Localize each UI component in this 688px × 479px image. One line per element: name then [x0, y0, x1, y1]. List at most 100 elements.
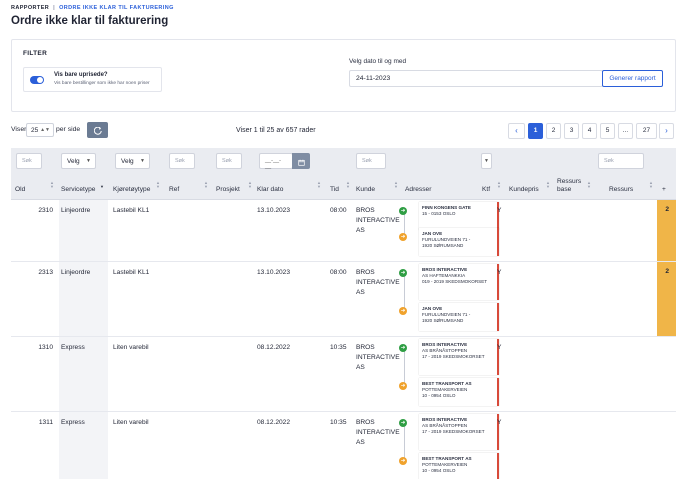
pagination-page-27[interactable]: 27	[636, 123, 657, 139]
per-page-prefix: Viser	[11, 126, 27, 133]
header-ktf[interactable]: Ktf	[482, 186, 490, 193]
cell-order-id: 2310	[38, 207, 53, 214]
header-customer-price[interactable]: Kundepris	[509, 186, 539, 193]
cell-vehicle-type: Liten varebil	[113, 344, 149, 351]
cell-vehicle-type: Liten varebil	[113, 419, 149, 426]
filter-card: FILTER Vis bare uprisede? Vis bare besti…	[11, 39, 676, 112]
header-ref[interactable]: Ref	[169, 186, 179, 193]
pickup-address-card[interactable]: BROS INTERACTIVE AS BRÅNÅSTOPPEN 17 - 2019…	[419, 414, 499, 450]
unpriced-toggle[interactable]	[30, 76, 44, 84]
sort-icon: ▲ ▼	[50, 180, 54, 189]
header-customer[interactable]: Kunde	[356, 186, 375, 193]
customer-line2: INTERACTIVE	[356, 279, 400, 286]
cell-customer: BROS INTERACTIVE AS	[356, 418, 400, 448]
header-ready-date[interactable]: Klar dato	[257, 186, 283, 193]
table-row[interactable]: 2310 Linjeordre Lastebil KL1 13.10.2023 …	[11, 200, 676, 262]
filter-order-id-input[interactable]: Søk	[16, 153, 42, 169]
filter-service-type-value: Velg	[67, 158, 80, 165]
generate-report-button[interactable]: Generer rapport	[602, 70, 663, 87]
delivery-line2: FURULUNDVEIEN 71 -	[422, 312, 471, 317]
cell-service-type: Linjeordre	[61, 269, 91, 276]
delivery-address-card[interactable]: JAN OVE FURULUNDVEIEN 71 -1920 SØRUMSAND	[419, 228, 499, 256]
delivery-line2: POTTEMAKERVEIEN	[422, 462, 468, 467]
pickup-arrow-icon: ➜	[399, 269, 407, 277]
customer-line1: BROS	[356, 419, 375, 426]
delivery-line3: 1920 SØRUMSAND	[422, 318, 464, 323]
pickup-address-card[interactable]: BROS INTERACTIVE AS BRÅNÅSTOPPEN 17 - 2019…	[419, 339, 499, 375]
header-order-id[interactable]: Old	[15, 186, 25, 193]
table-row[interactable]: 1310 Express Liten varebil 08.12.2022 10…	[11, 337, 676, 412]
cell-ready-date: 13.10.2023	[257, 269, 291, 276]
filter-ref-input[interactable]: Søk	[169, 153, 195, 169]
filter-ktf-select[interactable]: ▼	[481, 153, 492, 169]
column-filter-row: Søk Velg ▼ Velg ▼ Søk Søk __-__-__ Søk ▼ S…	[11, 148, 676, 175]
filter-date-input[interactable]: __-__-__	[259, 153, 293, 170]
filter-vehicle-type-select[interactable]: Velg ▼	[115, 153, 150, 169]
pickup-line3: 019 - 2019 SKEDSMOKORSET	[422, 279, 488, 284]
pagination-next[interactable]: ›	[659, 123, 674, 139]
pagination-page-4[interactable]: 4	[582, 123, 597, 139]
delivery-line3: 1920 SØRUMSAND	[422, 243, 464, 248]
delivery-arrow-icon: ➜	[399, 307, 407, 315]
unpriced-toggle-box: Vis bare uprisede? Vis bare bestillinger…	[23, 67, 162, 92]
date-input[interactable]: 24-11-2023	[349, 70, 603, 87]
cell-time: 08:00	[330, 269, 347, 276]
sort-icon: ▲ ▼	[649, 180, 653, 189]
header-resource[interactable]: Ressurs	[609, 186, 633, 193]
delivery-address-card[interactable]: JAN OVE FURULUNDVEIEN 71 -1920 SØRUMSAND	[419, 303, 499, 331]
filter-service-type-select[interactable]: Velg ▼	[61, 153, 96, 169]
cell-service-type: Express	[61, 344, 85, 351]
filter-resource-input[interactable]: Søk	[598, 153, 644, 169]
pickup-line3: 17 - 2019 SKEDSMOKORSET	[422, 354, 485, 359]
sort-icon: ▲ ▼	[346, 180, 350, 189]
customer-line1: BROS	[356, 344, 375, 351]
pickup-line2: AS BRÅNÅSTOPPEN	[422, 423, 468, 428]
cell-time: 10:35	[330, 344, 347, 351]
cell-customer: BROS INTERACTIVE AS	[356, 268, 400, 298]
header-resource-base-line1: Ressurs	[557, 178, 582, 185]
filter-customer-input[interactable]: Søk	[356, 153, 386, 169]
toggle-description: Vis bare bestillinger som ikke har noen …	[54, 81, 150, 86]
chevron-down-icon: ▼	[86, 158, 91, 164]
pagination-page-2[interactable]: 2	[546, 123, 561, 139]
cell-ktf: Y	[497, 269, 502, 276]
pagination-page-3[interactable]: 3	[564, 123, 579, 139]
table-row[interactable]: 1311 Express Liten varebil 08.12.2022 10…	[11, 412, 676, 479]
header-service-type[interactable]: Servicetype	[61, 186, 95, 193]
delivery-line2: FURULUNDVEIEN 71 -	[422, 237, 471, 242]
cell-ktf: Y	[497, 419, 502, 426]
pickup-address-card[interactable]: FINN KONGENS GATE 15 - 0153 OSLO	[419, 202, 499, 230]
delivery-address-card[interactable]: BEST TRANSPORT AS POTTEMAKERVEIEN 10 - 095…	[419, 453, 499, 479]
refresh-button[interactable]	[87, 122, 108, 138]
per-page-select[interactable]: 25 ▲▼	[26, 123, 54, 137]
cell-customer: BROS INTERACTIVE AS	[356, 343, 400, 373]
calendar-button[interactable]	[292, 153, 310, 169]
pagination-page-5[interactable]: 5	[600, 123, 615, 139]
delivery-arrow-icon: ➜	[399, 233, 407, 241]
header-resource-base[interactable]: Ressurs base	[557, 178, 581, 194]
report-page: RAPPORTER | ORDRE IKKE KLAR TIL FAKTURERIN…	[0, 0, 688, 479]
date-label: Velg dato til og med	[349, 58, 407, 65]
customer-line3: AS	[356, 227, 365, 234]
cell-service-type: Express	[61, 419, 85, 426]
toggle-knob	[37, 77, 43, 83]
header-time[interactable]: Tid	[330, 186, 339, 193]
pickup-address-card[interactable]: BROS INTERACTIVE AS HAFTEMANKKIA 019 - 201…	[419, 264, 499, 300]
customer-line2: INTERACTIVE	[356, 429, 400, 436]
delivery-address-card[interactable]: BEST TRANSPORT AS POTTEMAKERVEIEN 10 - 095…	[419, 378, 499, 406]
header-project[interactable]: Prosjekt	[216, 186, 240, 193]
cell-order-id: 1311	[38, 419, 53, 426]
filter-project-input[interactable]: Søk	[216, 153, 242, 169]
filter-vehicle-type-value: Velg	[121, 158, 134, 165]
breadcrumb-root[interactable]: RAPPORTER	[11, 5, 49, 11]
refresh-icon	[93, 126, 102, 135]
sort-icon: ▲ ▼	[587, 180, 591, 189]
pagination-prev[interactable]: ‹	[508, 123, 525, 139]
header-vehicle-type[interactable]: Kjøretøytype	[113, 186, 150, 193]
pagination-page-1[interactable]: 1	[528, 123, 543, 139]
chevron-updown-icon: ▲▼	[40, 127, 50, 133]
chevron-down-icon: ▼	[484, 158, 489, 164]
delivery-line3: 10 - 0954 OSLO	[422, 393, 456, 398]
header-add-button[interactable]: +	[662, 186, 666, 193]
table-row[interactable]: 2313 Linjeordre Lastebil KL1 13.10.2023 …	[11, 262, 676, 337]
